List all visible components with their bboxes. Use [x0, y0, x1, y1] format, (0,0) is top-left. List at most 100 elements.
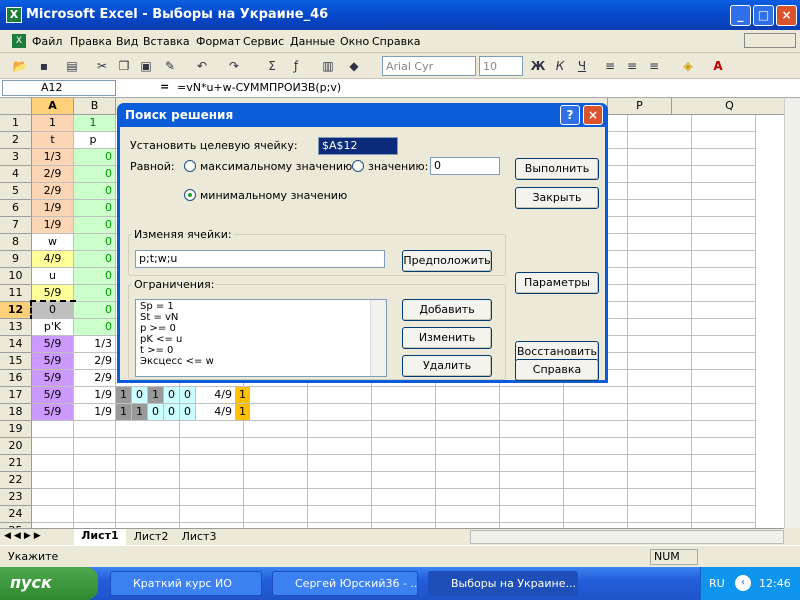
row-header[interactable]: 16 — [0, 370, 32, 387]
cell[interactable] — [692, 404, 756, 421]
row-header[interactable]: 2 — [0, 132, 32, 149]
row-header[interactable]: 17 — [0, 387, 32, 404]
language-indicator[interactable]: RU — [709, 577, 725, 590]
row-header[interactable]: 10 — [0, 268, 32, 285]
dialog-close-button[interactable]: × — [583, 105, 603, 125]
cell[interactable] — [244, 455, 308, 472]
cell[interactable] — [628, 302, 692, 319]
italic-button[interactable]: К — [550, 56, 570, 76]
cell[interactable] — [628, 506, 692, 523]
cell[interactable] — [692, 472, 756, 489]
cell-row18[interactable]: 0 — [164, 404, 180, 421]
cell[interactable] — [244, 404, 308, 421]
cell-b[interactable]: 1/9 — [74, 404, 116, 421]
menu-help[interactable]: Справка — [372, 35, 420, 48]
cell-a[interactable]: 5/9 — [32, 353, 74, 370]
cell[interactable] — [628, 489, 692, 506]
fill-color-icon[interactable]: ◈ — [678, 56, 698, 76]
cell-row18[interactable]: 4/9 — [196, 404, 236, 421]
cell[interactable] — [308, 472, 372, 489]
menu-data[interactable]: Данные — [290, 35, 335, 48]
row-header[interactable]: 5 — [0, 183, 32, 200]
cell[interactable] — [436, 404, 500, 421]
minimize-button[interactable]: _ — [730, 5, 751, 26]
cell[interactable] — [244, 438, 308, 455]
cell[interactable] — [628, 438, 692, 455]
font-color-icon[interactable]: A — [708, 56, 728, 76]
name-box[interactable]: A12 — [2, 80, 116, 96]
cell[interactable] — [372, 438, 436, 455]
constraint-item[interactable]: Эксцесс <= w — [140, 356, 214, 367]
row-header[interactable]: 4 — [0, 166, 32, 183]
cell[interactable] — [308, 506, 372, 523]
cell[interactable] — [692, 302, 756, 319]
cell-a[interactable]: t — [32, 132, 74, 149]
cell[interactable] — [628, 319, 692, 336]
cell[interactable] — [692, 455, 756, 472]
cell[interactable] — [628, 370, 692, 387]
menu-insert[interactable]: Вставка — [143, 35, 190, 48]
cell-b[interactable]: 0 — [74, 302, 116, 319]
cell[interactable] — [628, 183, 692, 200]
cell[interactable] — [692, 200, 756, 217]
cell-row18[interactable]: 1 — [236, 404, 250, 421]
cell[interactable] — [692, 353, 756, 370]
add-button[interactable]: Добавить — [402, 299, 492, 321]
cell[interactable] — [692, 370, 756, 387]
changing-cells-input[interactable]: p;t;w;u — [135, 250, 385, 268]
cell[interactable] — [564, 421, 628, 438]
cell[interactable] — [692, 234, 756, 251]
cut-icon[interactable]: ✂ — [92, 56, 112, 76]
cell[interactable] — [308, 421, 372, 438]
menu-window[interactable]: Окно — [340, 35, 369, 48]
cell[interactable] — [436, 506, 500, 523]
cell[interactable] — [628, 387, 692, 404]
row-header[interactable]: 8 — [0, 234, 32, 251]
cell-a[interactable] — [32, 455, 74, 472]
cell-b[interactable]: 0 — [74, 200, 116, 217]
cell[interactable] — [564, 489, 628, 506]
cell[interactable] — [564, 472, 628, 489]
horizontal-scrollbar[interactable] — [470, 530, 784, 544]
taskbar-item-excel[interactable]: Выборы на Украине... — [428, 571, 578, 596]
cell-a[interactable] — [32, 506, 74, 523]
cell[interactable] — [500, 438, 564, 455]
cell[interactable] — [692, 149, 756, 166]
font-select[interactable]: Arial Cyr — [382, 56, 476, 76]
cell[interactable] — [372, 489, 436, 506]
workbook-icon[interactable]: X — [12, 34, 26, 48]
cell[interactable] — [436, 421, 500, 438]
cell-a[interactable]: w — [32, 234, 74, 251]
cell[interactable] — [628, 115, 692, 132]
cell[interactable] — [116, 489, 180, 506]
sum-icon[interactable]: Σ — [262, 56, 282, 76]
constraint-item[interactable]: St = vN — [140, 312, 214, 323]
row-header[interactable]: 7 — [0, 217, 32, 234]
cell[interactable] — [244, 472, 308, 489]
cell[interactable] — [692, 183, 756, 200]
chart-icon[interactable]: ▥ — [318, 56, 338, 76]
cell-a[interactable]: 5/9 — [32, 285, 74, 302]
cell-row17[interactable]: 0 — [132, 387, 148, 404]
align-right-icon[interactable]: ≡ — [644, 56, 664, 76]
value-input[interactable]: 0 — [430, 157, 500, 175]
cell[interactable] — [628, 200, 692, 217]
cell[interactable] — [692, 489, 756, 506]
cell[interactable] — [500, 506, 564, 523]
menu-format[interactable]: Формат — [196, 35, 241, 48]
row-header[interactable]: 1 — [0, 115, 32, 132]
cell[interactable] — [180, 489, 244, 506]
cell[interactable] — [692, 166, 756, 183]
formula-input[interactable]: =vN*u+w-СУММПРОИЗВ(p;v) — [177, 81, 341, 94]
cell[interactable] — [692, 421, 756, 438]
cell[interactable] — [692, 319, 756, 336]
cell[interactable] — [628, 217, 692, 234]
constraints-list[interactable]: Sp = 1 St = vN p >= 0 pK <= ut >= 0 Эксцесс … — [135, 299, 387, 377]
target-cell-input[interactable]: $A$12 — [318, 137, 398, 155]
cell[interactable] — [628, 336, 692, 353]
cell-b[interactable]: 0 — [74, 285, 116, 302]
cell-row17[interactable]: 1 — [116, 387, 132, 404]
cell[interactable] — [180, 421, 244, 438]
cell[interactable] — [372, 506, 436, 523]
cell[interactable] — [628, 234, 692, 251]
